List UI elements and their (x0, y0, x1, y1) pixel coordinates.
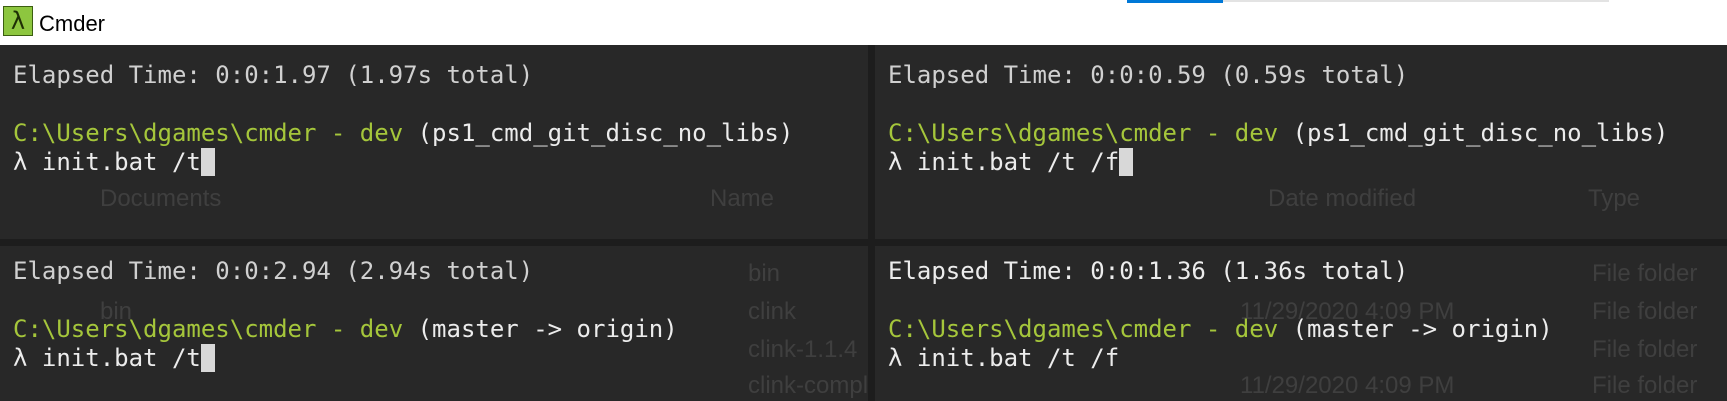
git-branch: (master -> origin) (1292, 315, 1553, 343)
background-file-type: File folder (1592, 336, 1698, 363)
cmder-label: dev (359, 119, 404, 147)
command-text: init.bat /t (41, 344, 201, 372)
background-file-type: File folder (1592, 298, 1698, 325)
background-tab-line (1223, 0, 1609, 2)
console-area: Documents Name Elapsed Time: 0:0:1.97 (1… (0, 45, 1727, 401)
background-sidebar-item: Documents (100, 185, 222, 212)
background-date-modified: 11/29/2020 4:09 PM (1240, 372, 1455, 399)
elapsed-time-line: Elapsed Time: 0:0:1.36 (1.36s total) (888, 257, 1409, 285)
background-column-header: Name (710, 185, 775, 212)
cwd-path: C:\Users\dgames\cmder (13, 315, 317, 343)
prompt-symbol: λ (13, 344, 28, 372)
background-folder-name: clink (748, 298, 797, 325)
path-separator: - (316, 315, 360, 343)
text-cursor (200, 344, 215, 372)
title-bar[interactable]: λ Cmder (0, 0, 1727, 45)
elapsed-time-line: Elapsed Time: 0:0:1.97 (1.97s total) (13, 61, 534, 89)
cwd-path: C:\Users\dgames\cmder (13, 119, 317, 147)
background-file-type: File folder (1592, 372, 1698, 399)
cmder-label: dev (1234, 315, 1279, 343)
command-line[interactable]: λ init.bat /t (13, 342, 215, 374)
console-pane-bottom-left[interactable]: bin bin clink clink-1.1.4 clink-completi… (0, 246, 868, 401)
cwd-path: C:\Users\dgames\cmder (888, 119, 1192, 147)
cwd-path: C:\Users\dgames\cmder (888, 315, 1192, 343)
console-pane-top-right[interactable]: Date modified Type Elapsed Time: 0:0:0.5… (875, 45, 1727, 239)
background-folder-name: clink-completions (748, 372, 868, 399)
elapsed-time-line: Elapsed Time: 0:0:0.59 (0.59s total) (888, 61, 1409, 89)
prompt-symbol: λ (13, 148, 28, 176)
prompt-symbol: λ (888, 344, 903, 372)
path-separator: - (1191, 315, 1235, 343)
cmder-label: dev (1234, 119, 1279, 147)
background-column-header: Type (1588, 185, 1641, 212)
command-line[interactable]: λ init.bat /t (13, 146, 215, 178)
prompt-path-line: C:\Users\dgames\cmder - dev (ps1_cmd_git… (888, 117, 1668, 149)
background-folder-name: bin (748, 260, 781, 287)
prompt-symbol: λ (888, 148, 903, 176)
command-line[interactable]: λ init.bat /t /f (888, 146, 1134, 178)
git-branch: (master -> origin) (417, 315, 678, 343)
background-file-type: File folder (1592, 260, 1698, 287)
command-text: init.bat /t /f (916, 148, 1120, 176)
window-title: Cmder (39, 11, 106, 36)
prompt-path-line: C:\Users\dgames\cmder - dev (master -> o… (888, 313, 1553, 345)
path-separator: - (316, 119, 360, 147)
elapsed-time-line: Elapsed Time: 0:0:2.94 (2.94s total) (13, 257, 534, 285)
prompt-path-line: C:\Users\dgames\cmder - dev (master -> o… (13, 313, 678, 345)
path-separator: - (1191, 119, 1235, 147)
prompt-path-line: C:\Users\dgames\cmder - dev (ps1_cmd_git… (13, 117, 793, 149)
command-text: init.bat /t (41, 148, 201, 176)
git-branch: (ps1_cmd_git_disc_no_libs) (417, 119, 794, 147)
text-cursor (200, 148, 215, 176)
text-cursor (1119, 148, 1134, 176)
background-folder-name: clink-1.1.4 (748, 336, 858, 363)
console-pane-top-left[interactable]: Documents Name Elapsed Time: 0:0:1.97 (1… (0, 45, 868, 239)
command-line[interactable]: λ init.bat /t /f (888, 342, 1119, 374)
lambda-icon: λ (3, 6, 33, 36)
background-column-header: Date modified (1268, 185, 1417, 212)
cmder-label: dev (359, 315, 404, 343)
git-branch: (ps1_cmd_git_disc_no_libs) (1292, 119, 1669, 147)
background-tab-accent (1127, 0, 1223, 3)
command-text: init.bat /t /f (916, 344, 1120, 372)
console-pane-bottom-right[interactable]: 11/29/2020 4:09 PM File folder File fold… (875, 246, 1727, 401)
